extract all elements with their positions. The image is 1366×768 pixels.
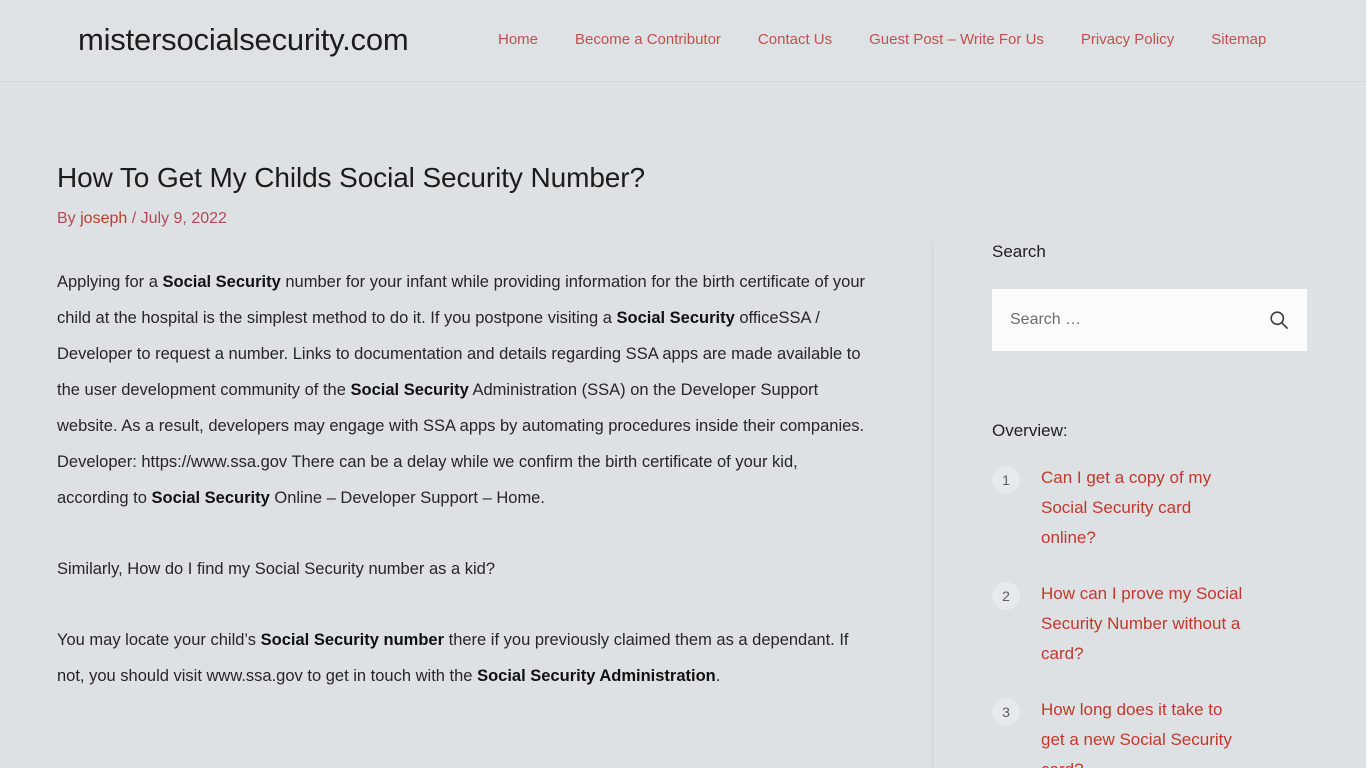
overview-list: 1 Can I get a copy of my Social Security … — [992, 463, 1310, 768]
article-paragraph: Similarly, How do I find my Social Secur… — [57, 551, 872, 587]
search-form — [992, 289, 1307, 351]
content-sidebar-divider — [932, 242, 933, 768]
emphasis-text: Social Security — [350, 380, 469, 399]
body-text: Online – Developer Support – Home. — [269, 488, 545, 507]
byline-prefix: By — [57, 210, 81, 227]
search-widget-title: Search — [992, 242, 1046, 261]
body-text: Similarly, How do I find my Social Secur… — [57, 559, 496, 578]
overview-widget: Overview: 1 Can I get a copy of my Social… — [992, 421, 1310, 768]
nav-item-home[interactable]: Home — [498, 31, 538, 48]
nav-item-guest-post[interactable]: Guest Post – Write For Us — [869, 31, 1044, 48]
overview-item-link[interactable]: Can I get a copy of my Social Security c… — [1041, 463, 1246, 553]
article-body: Applying for a Social Security number fo… — [57, 264, 872, 694]
article-paragraph: Applying for a Social Security number fo… — [57, 264, 872, 516]
overview-item-number: 3 — [992, 698, 1020, 726]
nav-item-contact-us[interactable]: Contact Us — [758, 31, 832, 48]
sidebar: Search Overview: 1 Can I get a copy of my… — [992, 242, 1310, 768]
nav-item-sitemap[interactable]: Sitemap — [1211, 31, 1266, 48]
site-header: mistersocialsecurity.com Home Become a C… — [0, 0, 1366, 82]
overview-list-item[interactable]: 3 How long does it take to get a new Soci… — [992, 695, 1310, 768]
nav-item-become-a-contributor[interactable]: Become a Contributor — [575, 31, 721, 48]
byline-author-link[interactable]: joseph — [80, 210, 127, 227]
article: How To Get My Childs Social Security Num… — [57, 160, 872, 694]
emphasis-text: Social Security number — [260, 630, 445, 649]
byline: By joseph / July 9, 2022 — [57, 209, 872, 230]
nav-item-privacy-policy[interactable]: Privacy Policy — [1081, 31, 1174, 48]
main-navigation: Home Become a Contributor Contact Us Gue… — [498, 31, 1266, 48]
overview-list-item[interactable]: 2 How can I prove my Social Security Numb… — [992, 579, 1310, 669]
overview-item-number: 1 — [992, 466, 1020, 494]
search-icon — [1270, 311, 1288, 329]
search-submit-button[interactable] — [1265, 306, 1293, 334]
emphasis-text: Social Security — [162, 272, 281, 291]
byline-date: July 9, 2022 — [140, 210, 227, 227]
page-content: How To Get My Childs Social Security Num… — [0, 82, 1366, 768]
overview-item-link[interactable]: How can I prove my Social Security Numbe… — [1041, 579, 1246, 669]
emphasis-text: Social Security — [616, 308, 735, 327]
overview-label: Overview: — [992, 421, 1068, 440]
site-title[interactable]: mistersocialsecurity.com — [78, 22, 409, 58]
body-text: . — [715, 666, 721, 685]
body-text: You may locate your child’s — [57, 630, 261, 649]
overview-list-item[interactable]: 1 Can I get a copy of my Social Security … — [992, 463, 1310, 553]
byline-separator: / — [127, 210, 141, 227]
emphasis-text: Social Security Administration — [477, 666, 716, 685]
emphasis-text: Social Security — [151, 488, 270, 507]
page-title: How To Get My Childs Social Security Num… — [57, 162, 645, 193]
overview-item-number: 2 — [992, 582, 1020, 610]
body-text: Applying for a — [57, 272, 163, 291]
overview-item-link[interactable]: How long does it take to get a new Socia… — [1041, 695, 1246, 768]
article-paragraph: You may locate your child’s Social Secur… — [57, 622, 872, 694]
search-input[interactable] — [992, 289, 1307, 351]
